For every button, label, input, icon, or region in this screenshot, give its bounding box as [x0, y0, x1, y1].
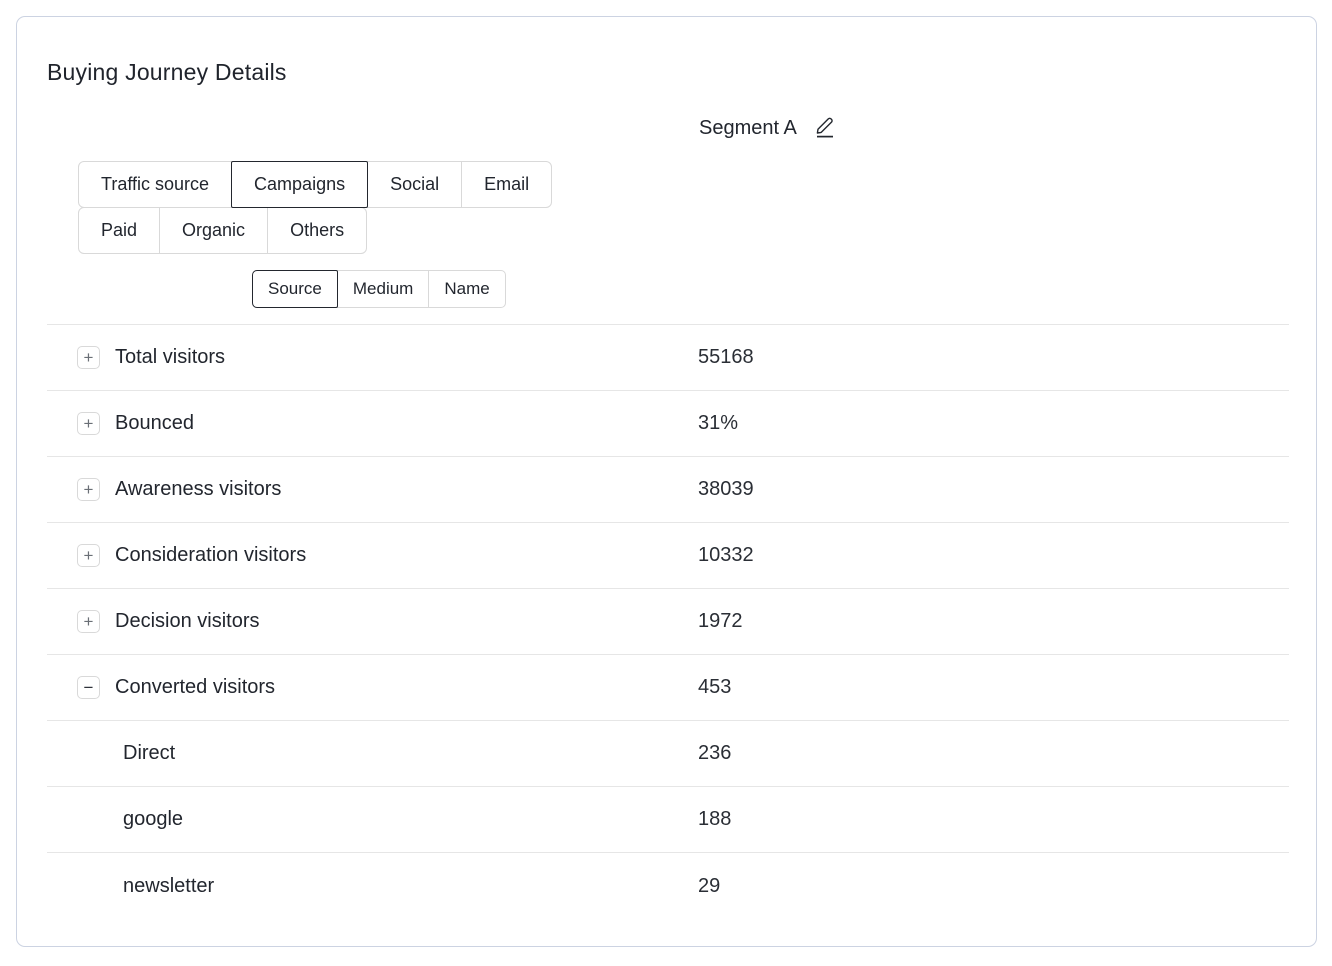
tab-organic[interactable]: Organic	[159, 207, 268, 254]
tab-campaigns[interactable]: Campaigns	[231, 161, 368, 208]
collapse-icon[interactable]: −	[77, 676, 100, 699]
expand-icon[interactable]: +	[77, 346, 100, 369]
buying-journey-card: Buying Journey Details Segment A Traffic…	[16, 16, 1317, 947]
row-value: 188	[698, 808, 731, 831]
table-row-google: google 188	[47, 787, 1289, 853]
expand-icon[interactable]: +	[77, 412, 100, 435]
row-value: 10332	[698, 544, 754, 567]
tab-traffic-source[interactable]: Traffic source	[78, 161, 232, 208]
table-row-direct: Direct 236	[47, 721, 1289, 787]
filter-tabs: Traffic source Campaigns Social Email Pa…	[78, 161, 552, 254]
table-row-consideration-visitors: + Consideration visitors 10332	[47, 523, 1289, 589]
tab-social[interactable]: Social	[367, 161, 462, 208]
row-value: 29	[698, 875, 720, 898]
row-label: Bounced	[115, 412, 194, 435]
segment-header: Segment A	[699, 115, 835, 141]
row-value: 1972	[698, 610, 743, 633]
row-label: Total visitors	[115, 346, 225, 369]
table-row-decision-visitors: + Decision visitors 1972	[47, 589, 1289, 655]
row-value: 453	[698, 676, 731, 699]
pencil-line-icon	[814, 115, 835, 141]
table-row-awareness-visitors: + Awareness visitors 38039	[47, 457, 1289, 523]
expand-icon[interactable]: +	[77, 610, 100, 633]
tab-others[interactable]: Others	[267, 207, 367, 254]
row-label: Decision visitors	[115, 610, 259, 633]
table-row-newsletter: newsletter 29	[47, 853, 1289, 919]
row-value: 55168	[698, 346, 754, 369]
tab-paid[interactable]: Paid	[78, 207, 160, 254]
row-value: 236	[698, 742, 731, 765]
row-label: Direct	[123, 742, 175, 765]
table-row-total-visitors: + Total visitors 55168	[47, 325, 1289, 391]
row-value: 31%	[698, 412, 738, 435]
tab-source[interactable]: Source	[252, 270, 338, 308]
attribute-tab-group: Source Medium Name	[252, 270, 506, 308]
campaign-type-tab-group: Paid Organic Others	[78, 207, 552, 254]
expand-icon[interactable]: +	[77, 544, 100, 567]
tab-name[interactable]: Name	[428, 270, 505, 308]
row-label: Converted visitors	[115, 676, 275, 699]
row-label: Consideration visitors	[115, 544, 306, 567]
panel-title: Buying Journey Details	[47, 59, 287, 86]
row-label: google	[123, 808, 183, 831]
tab-email[interactable]: Email	[461, 161, 552, 208]
row-value: 38039	[698, 478, 754, 501]
tab-medium[interactable]: Medium	[337, 270, 429, 308]
metrics-table: + Total visitors 55168 + Bounced 31% + A…	[47, 324, 1289, 919]
table-row-converted-visitors: − Converted visitors 453	[47, 655, 1289, 721]
table-row-bounced: + Bounced 31%	[47, 391, 1289, 457]
dimension-tab-group: Traffic source Campaigns Social Email	[78, 161, 552, 208]
row-label: newsletter	[123, 875, 214, 898]
edit-segment-button[interactable]	[814, 115, 835, 141]
row-label: Awareness visitors	[115, 478, 281, 501]
segment-name: Segment A	[699, 117, 797, 140]
expand-icon[interactable]: +	[77, 478, 100, 501]
